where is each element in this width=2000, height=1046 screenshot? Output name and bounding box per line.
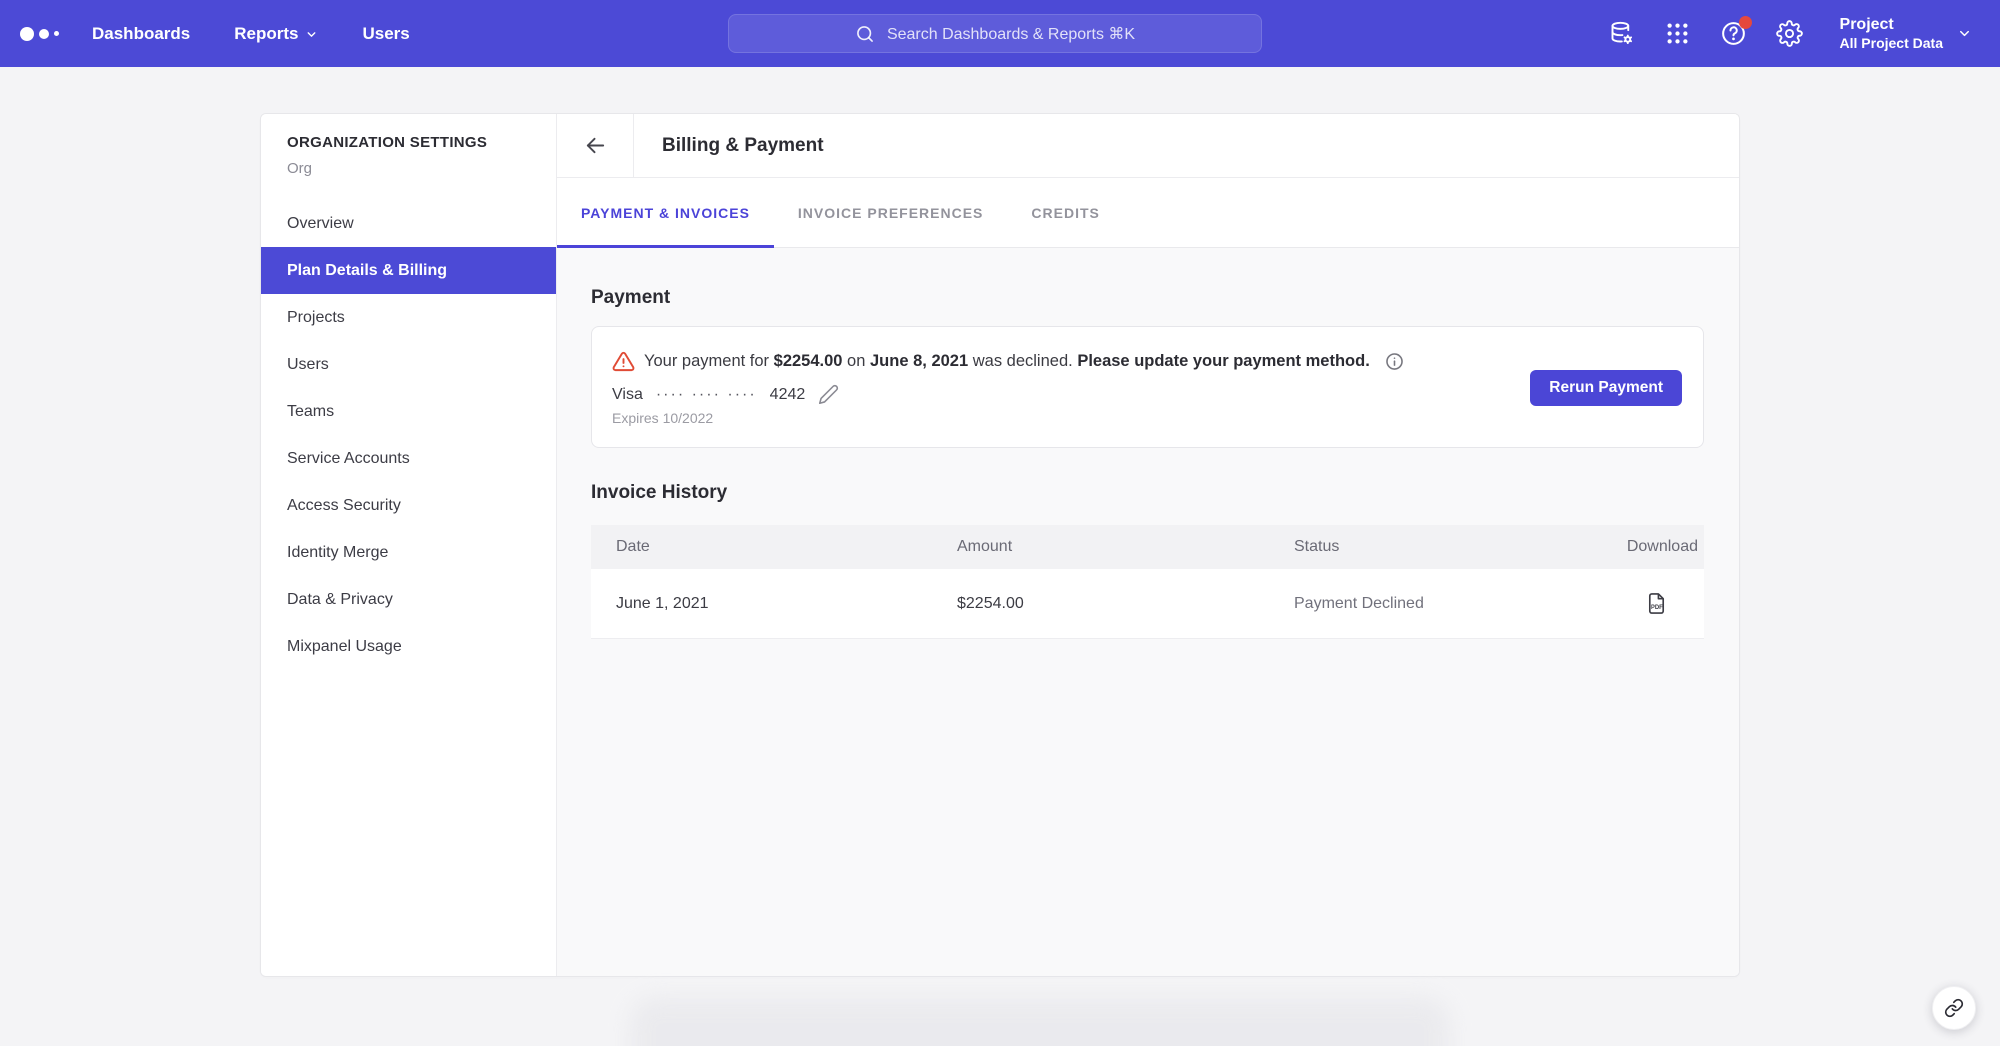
page-title: Billing & Payment	[634, 114, 824, 177]
invoice-table: Date Amount Status Download June 1, 2021…	[591, 525, 1704, 639]
pdf-download-icon[interactable]: PDF	[1645, 592, 1668, 615]
help-icon[interactable]	[1720, 20, 1747, 47]
logo-dot	[54, 31, 59, 36]
project-text: Project All Project Data	[1840, 15, 1943, 53]
column-header-status: Status	[1294, 538, 1598, 556]
warning-action: Please update your payment method.	[1077, 352, 1370, 370]
payment-card: Your payment for $2254.00 on June 8, 202…	[591, 326, 1704, 448]
nav-item-reports[interactable]: Reports	[234, 24, 318, 44]
warning-text-post: was declined.	[968, 352, 1077, 370]
column-header-download: Download	[1598, 538, 1698, 556]
nav-right: Project All Project Data	[1608, 0, 1972, 67]
edit-pencil-icon[interactable]	[818, 384, 839, 405]
invoice-download-cell: PDF	[1598, 592, 1698, 615]
column-header-date: Date	[616, 538, 957, 556]
warning-triangle-icon	[612, 350, 635, 373]
card-brand: Visa	[612, 386, 643, 404]
warning-text-mid: on	[842, 352, 870, 370]
nav-item-users[interactable]: Users	[362, 24, 409, 44]
mixpanel-logo-icon[interactable]	[0, 27, 86, 41]
settings-gear-icon[interactable]	[1776, 20, 1803, 47]
nav-item-label: Reports	[234, 24, 298, 44]
data-management-icon[interactable]	[1608, 20, 1635, 47]
page-header: Billing & Payment	[557, 114, 1739, 178]
info-icon[interactable]	[1385, 352, 1404, 371]
sidebar-title: ORGANIZATION SETTINGS	[261, 134, 556, 151]
search-input[interactable]: Search Dashboards & Reports ⌘K	[728, 14, 1262, 53]
nav-item-dashboards[interactable]: Dashboards	[92, 24, 190, 44]
tab-invoice-preferences[interactable]: INVOICE PREFERENCES	[774, 178, 1007, 247]
payment-warning: Your payment for $2254.00 on June 8, 202…	[612, 350, 1404, 373]
warning-text-pre: Your payment for	[644, 352, 774, 370]
top-nav: Dashboards Reports Users Search Dashboar…	[0, 0, 2000, 67]
payment-info: Your payment for $2254.00 on June 8, 202…	[612, 350, 1404, 426]
invoice-status: Payment Declined	[1294, 595, 1598, 613]
logo-dot	[20, 27, 34, 41]
project-switcher[interactable]: Project All Project Data	[1840, 15, 1972, 53]
sidebar-org-name: Org	[261, 160, 556, 177]
search-placeholder: Search Dashboards & Reports ⌘K	[887, 24, 1135, 44]
invoice-table-row: June 1, 2021 $2254.00 Payment Declined P…	[591, 569, 1704, 639]
tab-content: Payment Your payment for $2254.00 on Jun…	[557, 248, 1739, 976]
warning-date: June 8, 2021	[870, 352, 968, 370]
invoice-date: June 1, 2021	[616, 595, 957, 613]
sidebar-item-projects[interactable]: Projects	[261, 294, 556, 341]
sidebar-item-teams[interactable]: Teams	[261, 388, 556, 435]
sidebar-item-overview[interactable]: Overview	[261, 200, 556, 247]
project-label: Project	[1840, 15, 1943, 35]
back-button[interactable]	[557, 114, 634, 177]
svg-text:PDF: PDF	[1651, 605, 1663, 611]
rerun-payment-button[interactable]: Rerun Payment	[1530, 370, 1682, 406]
card-last4: 4242	[770, 386, 806, 404]
arrow-left-icon	[584, 134, 607, 157]
sidebar-item-mixpanel-usage[interactable]: Mixpanel Usage	[261, 623, 556, 670]
sidebar-item-users[interactable]: Users	[261, 341, 556, 388]
sidebar-item-data-privacy[interactable]: Data & Privacy	[261, 576, 556, 623]
apps-grid-icon[interactable]	[1664, 20, 1691, 47]
nav-links: Dashboards Reports Users	[92, 24, 410, 44]
payment-method-row: Visa ···· ···· ···· 4242	[612, 384, 1404, 405]
chevron-down-icon	[1957, 26, 1972, 41]
nav-item-label: Dashboards	[92, 24, 190, 44]
column-header-amount: Amount	[957, 538, 1294, 556]
invoice-table-header: Date Amount Status Download	[591, 525, 1704, 569]
invoice-history-title: Invoice History	[591, 482, 1704, 504]
billing-tabs: PAYMENT & INVOICES INVOICE PREFERENCES C…	[557, 178, 1739, 248]
notification-dot	[1739, 16, 1752, 29]
sidebar-list: Overview Plan Details & Billing Projects…	[261, 200, 556, 670]
chevron-down-icon	[305, 28, 318, 41]
tab-credits[interactable]: CREDITS	[1007, 178, 1123, 247]
invoice-amount: $2254.00	[957, 595, 1294, 613]
sidebar-item-plan-details-billing[interactable]: Plan Details & Billing	[261, 247, 556, 294]
card-expiry: Expires 10/2022	[612, 410, 1404, 426]
card-masked-digits: ···· ···· ····	[656, 386, 757, 404]
link-icon	[1944, 998, 1964, 1018]
payment-section-title: Payment	[591, 287, 1704, 309]
sidebar-item-identity-merge[interactable]: Identity Merge	[261, 529, 556, 576]
sidebar-item-access-security[interactable]: Access Security	[261, 482, 556, 529]
settings-sidebar: ORGANIZATION SETTINGS Org Overview Plan …	[261, 114, 557, 976]
bottom-sheet-shadow	[630, 997, 1450, 1046]
search-icon	[855, 24, 875, 44]
tab-payment-invoices[interactable]: PAYMENT & INVOICES	[557, 178, 774, 247]
warning-amount: $2254.00	[774, 352, 843, 370]
billing-main: Billing & Payment PAYMENT & INVOICES INV…	[557, 114, 1739, 976]
project-value: All Project Data	[1840, 35, 1943, 53]
logo-dot	[39, 29, 49, 39]
nav-item-label: Users	[362, 24, 409, 44]
warning-text: Your payment for $2254.00 on June 8, 202…	[644, 352, 1370, 371]
sidebar-item-service-accounts[interactable]: Service Accounts	[261, 435, 556, 482]
org-settings-panel: ORGANIZATION SETTINGS Org Overview Plan …	[260, 113, 1740, 977]
copy-link-fab[interactable]	[1932, 986, 1976, 1030]
